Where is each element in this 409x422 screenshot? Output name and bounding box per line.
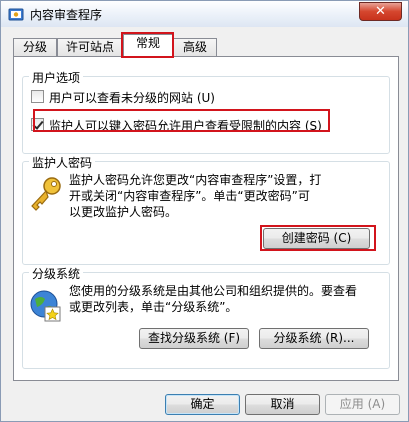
tab-general[interactable]: 常规: [123, 34, 173, 56]
rating-text-line-2: 或更改列表，单击“分级系统”。: [69, 300, 238, 314]
rating-systems-group: 分级系统 您使用的分级系统是由其他公司和组织提供的。要查看 或更改列表，单击“分…: [22, 265, 390, 369]
rating-systems-title: 分级系统: [29, 265, 84, 282]
tab-approved-sites[interactable]: 许可站点: [57, 38, 123, 56]
content-advisor-icon: [8, 6, 24, 22]
close-icon: ✕: [375, 4, 386, 19]
tab-strip: 分级 许可站点 常规 高级: [13, 34, 399, 56]
title-bar: 内容审查程序 ✕: [1, 1, 408, 27]
cancel-button[interactable]: 取消: [245, 394, 320, 415]
apply-button[interactable]: 应用 (A): [325, 394, 400, 415]
user-options-title: 用户选项: [29, 69, 84, 86]
rating-system-globe-icon: [29, 289, 63, 323]
close-button[interactable]: ✕: [359, 2, 402, 21]
ok-button[interactable]: 确定: [165, 394, 240, 415]
supervisor-password-label: 监护人可以键入密码允许用户查看受限制的内容 (S): [49, 119, 322, 133]
create-password-button[interactable]: 创建密码 (C): [263, 228, 370, 249]
key-icon: [28, 176, 64, 214]
tab-advanced[interactable]: 高级: [173, 38, 217, 56]
supervisor-password-checkbox[interactable]: [31, 118, 44, 131]
user-options-group: 用户选项 用户可以查看未分级的网站 (U) 监护人可以键入密码允许用户查看受限制…: [22, 69, 390, 154]
supervisor-text-line-3: 以更改监护人密码。: [69, 205, 178, 219]
rating-text-line-1: 您使用的分级系统是由其他公司和组织提供的。要查看: [69, 284, 358, 298]
rating-systems-button[interactable]: 分级系统 (R)...: [259, 328, 369, 349]
tab-panel-general: 用户选项 用户可以查看未分级的网站 (U) 监护人可以键入密码允许用户查看受限制…: [13, 56, 399, 381]
window-title: 内容审查程序: [30, 8, 103, 22]
supervisor-password-group: 监护人密码 监护人密码允许您更改“内容审查程序”设置，打 开或关闭“内容审查程序…: [22, 154, 390, 265]
unrated-sites-checkbox[interactable]: [31, 90, 44, 103]
tab-ratings[interactable]: 分级: [13, 38, 57, 56]
supervisor-password-title: 监护人密码: [29, 154, 96, 171]
supervisor-text-line-1: 监护人密码允许您更改“内容审查程序”设置，打: [69, 173, 322, 187]
content-advisor-dialog: 内容审查程序 ✕ 分级 许可站点 常规 高级 用户选项 用户可以查看未分级的网站…: [0, 0, 409, 422]
find-rating-systems-button[interactable]: 查找分级系统 (F): [139, 328, 249, 349]
unrated-sites-label: 用户可以查看未分级的网站 (U): [49, 91, 215, 105]
supervisor-text-line-2: 开或关闭“内容审查程序”。单击“更改密码”可: [69, 189, 310, 203]
